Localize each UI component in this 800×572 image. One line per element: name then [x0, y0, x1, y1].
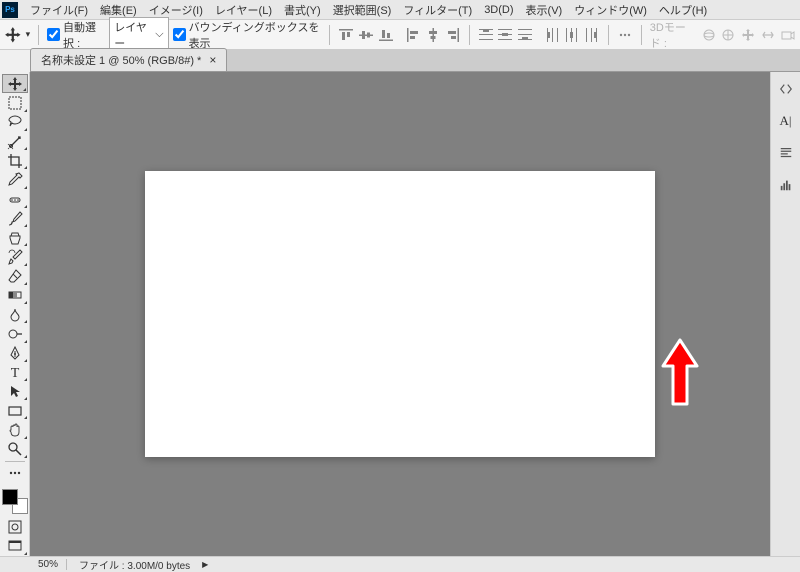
color-swatches[interactable] [2, 489, 28, 513]
type-tool[interactable]: T [2, 363, 28, 382]
crop-tool[interactable] [2, 151, 28, 170]
status-dropdown-icon[interactable]: ▶ [202, 560, 208, 569]
eyedropper-tool[interactable] [2, 170, 28, 189]
character-panel-icon[interactable]: A| [775, 110, 797, 132]
3d-slide-icon[interactable] [760, 26, 776, 44]
file-info[interactable]: ファイル : 3.00M/0 bytes [79, 557, 190, 572]
tool-panel: T [0, 72, 30, 556]
status-bar: 50% ファイル : 3.00M/0 bytes ▶ [0, 556, 800, 572]
align-top-icon[interactable] [338, 26, 354, 44]
bounding-box-input[interactable] [173, 28, 186, 41]
menu-view[interactable]: 表示(V) [520, 0, 569, 20]
distribute-top-icon[interactable] [478, 26, 494, 44]
edit-toolbar-icon[interactable] [2, 464, 28, 483]
histogram-panel-icon[interactable] [775, 174, 797, 196]
distribute-hcenter-icon[interactable] [565, 26, 581, 44]
menu-3d[interactable]: 3D(D) [478, 2, 519, 18]
separator [469, 25, 470, 45]
chevron-down-icon: ⌵ [155, 28, 163, 41]
menu-help[interactable]: ヘルプ(H) [653, 0, 713, 20]
app-icon: Ps [2, 2, 18, 18]
quick-select-tool[interactable] [2, 132, 28, 151]
auto-select-checkbox[interactable]: 自動選択 : [47, 19, 105, 51]
menu-file[interactable]: ファイル(F) [24, 0, 94, 20]
tab-close-icon[interactable]: × [209, 53, 216, 67]
menu-filter[interactable]: フィルター(T) [397, 0, 478, 20]
align-bottom-icon[interactable] [378, 26, 394, 44]
menu-layer[interactable]: レイヤー(L) [209, 0, 278, 20]
canvas-area[interactable] [30, 72, 770, 556]
distribute-right-icon[interactable] [584, 26, 600, 44]
bounding-box-checkbox[interactable]: バウンディングボックスを表示 [173, 19, 322, 51]
zoom-level[interactable]: 50% [30, 559, 67, 570]
gradient-tool[interactable] [2, 286, 28, 305]
distribute-left-icon[interactable] [545, 26, 561, 44]
clone-stamp-tool[interactable] [2, 228, 28, 247]
auto-select-label: 自動選択 : [63, 19, 105, 51]
menu-type[interactable]: 書式(Y) [278, 0, 327, 20]
more-options-icon[interactable] [617, 26, 633, 44]
lasso-tool[interactable] [2, 113, 28, 132]
align-left-icon[interactable] [405, 26, 421, 44]
zoom-tool[interactable] [2, 440, 28, 459]
tab-title: 名称未設定 1 @ 50% (RGB/8#) * [41, 52, 201, 68]
align-right-icon[interactable] [445, 26, 461, 44]
quick-mask-icon[interactable] [2, 518, 28, 537]
menu-select[interactable]: 選択範囲(S) [327, 0, 398, 20]
3d-orbit-icon[interactable] [701, 26, 717, 44]
pen-tool[interactable] [2, 344, 28, 363]
tab-bar: 名称未設定 1 @ 50% (RGB/8#) * × [30, 50, 800, 72]
dodge-tool[interactable] [2, 324, 28, 343]
history-brush-tool[interactable] [2, 247, 28, 266]
3d-roll-icon[interactable] [720, 26, 736, 44]
menu-window[interactable]: ウィンドウ(W) [568, 0, 653, 20]
move-tool[interactable] [2, 74, 28, 93]
separator [38, 25, 39, 45]
document-tab[interactable]: 名称未設定 1 @ 50% (RGB/8#) * × [30, 48, 227, 71]
bounding-box-label: バウンディングボックスを表示 [189, 19, 322, 51]
paragraph-panel-icon[interactable] [775, 142, 797, 164]
separator [329, 25, 330, 45]
hand-tool[interactable] [2, 420, 28, 439]
healing-brush-tool[interactable] [2, 190, 28, 209]
align-hcenter-icon[interactable] [425, 26, 441, 44]
foreground-color[interactable] [2, 489, 18, 505]
marquee-tool[interactable] [2, 93, 28, 112]
3d-mode-label: 3Dモード : [650, 19, 697, 51]
3d-pan-icon[interactable] [740, 26, 756, 44]
panel-expand-icon[interactable] [775, 78, 797, 100]
distribute-vcenter-icon[interactable] [497, 26, 513, 44]
separator [608, 25, 609, 45]
3d-camera-icon[interactable] [780, 26, 796, 44]
workspace: T A| [0, 72, 800, 556]
separator [641, 25, 642, 45]
move-tool-indicator-icon[interactable] [4, 25, 22, 45]
arrow-annotation-icon [655, 332, 705, 415]
auto-select-input[interactable] [47, 28, 60, 41]
align-vcenter-icon[interactable] [358, 26, 374, 44]
screen-mode-icon[interactable] [2, 537, 28, 556]
svg-text:T: T [10, 366, 19, 380]
divider [5, 461, 25, 462]
path-select-tool[interactable] [2, 382, 28, 401]
blur-tool[interactable] [2, 305, 28, 324]
tool-preset-dropdown[interactable]: ▾ [26, 29, 31, 40]
brush-tool[interactable] [2, 209, 28, 228]
right-panel: A| [770, 72, 800, 556]
canvas[interactable] [145, 171, 655, 457]
rectangle-tool[interactable] [2, 401, 28, 420]
eraser-tool[interactable] [2, 267, 28, 286]
options-bar: ▾ 自動選択 : レイヤー ⌵ バウンディングボックスを表示 3Dモード : [0, 20, 800, 50]
distribute-bottom-icon[interactable] [517, 26, 533, 44]
